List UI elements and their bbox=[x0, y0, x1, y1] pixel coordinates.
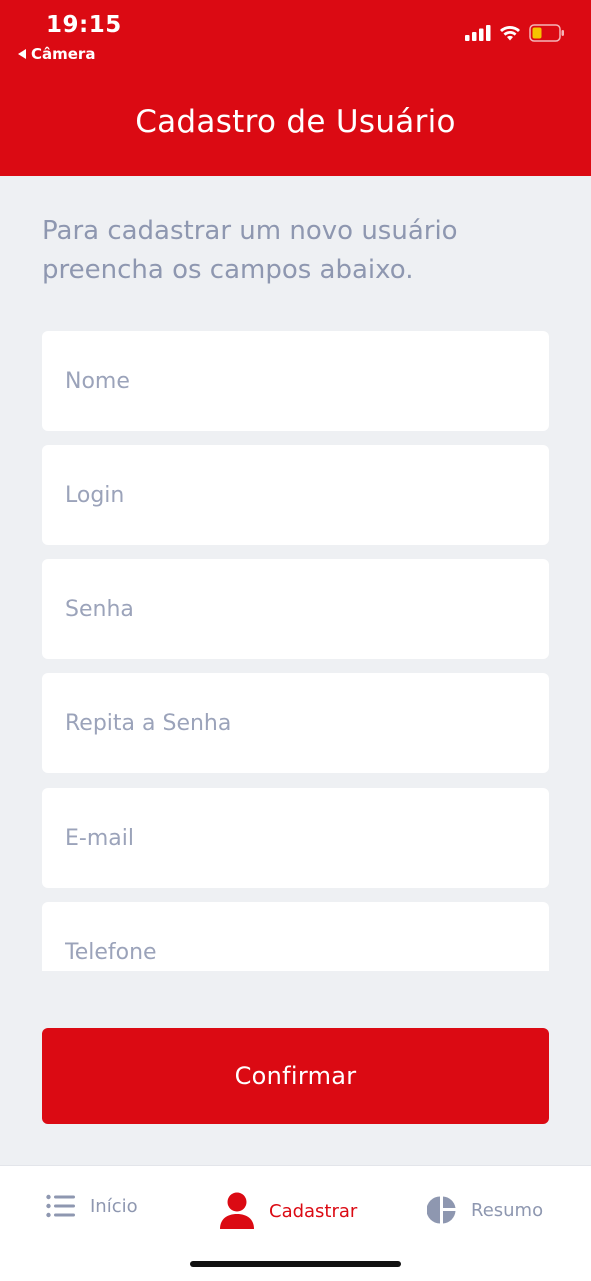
pie-chart-icon bbox=[427, 1196, 456, 1224]
password-field[interactable] bbox=[42, 559, 549, 659]
intro-text: Para cadastrar um novo usuário preencha … bbox=[42, 216, 458, 285]
page-title: Cadastro de Usuário bbox=[135, 104, 456, 140]
repeat-password-field[interactable] bbox=[42, 673, 549, 773]
signal-icon bbox=[465, 25, 491, 41]
tab-cadastrar[interactable]: Cadastrar bbox=[219, 1192, 357, 1230]
app-header: 19:15 Câmera Cadastro de Usuário bbox=[0, 0, 591, 176]
back-to-app-link[interactable]: Câmera bbox=[18, 45, 95, 63]
password-input[interactable] bbox=[65, 596, 549, 622]
status-icons bbox=[465, 24, 565, 42]
home-indicator bbox=[190, 1261, 401, 1267]
tab-inicio-label: Início bbox=[90, 1195, 138, 1217]
repeat-password-input[interactable] bbox=[65, 710, 549, 736]
name-field[interactable] bbox=[42, 331, 549, 431]
tab-cadastrar-label: Cadastrar bbox=[269, 1200, 358, 1222]
list-icon bbox=[46, 1194, 75, 1218]
tab-resumo-label: Resumo bbox=[471, 1199, 544, 1221]
login-input[interactable] bbox=[65, 482, 549, 508]
tab-inicio[interactable]: Início bbox=[46, 1194, 138, 1218]
wifi-icon bbox=[500, 26, 520, 41]
login-field[interactable] bbox=[42, 445, 549, 545]
phone-field[interactable] bbox=[42, 902, 549, 971]
user-icon bbox=[220, 1192, 254, 1229]
form-scroll-area[interactable] bbox=[0, 320, 591, 971]
email-input[interactable] bbox=[65, 825, 549, 851]
back-app-label: Câmera bbox=[31, 45, 96, 63]
status-time: 19:15 bbox=[46, 12, 122, 38]
battery-icon bbox=[529, 24, 564, 42]
back-arrow-icon bbox=[18, 49, 26, 59]
confirm-button[interactable]: Confirmar bbox=[42, 1028, 549, 1124]
tab-resumo[interactable]: Resumo bbox=[427, 1195, 543, 1225]
email-field[interactable] bbox=[42, 788, 549, 888]
name-input[interactable] bbox=[65, 368, 549, 394]
phone-input[interactable] bbox=[65, 939, 549, 965]
